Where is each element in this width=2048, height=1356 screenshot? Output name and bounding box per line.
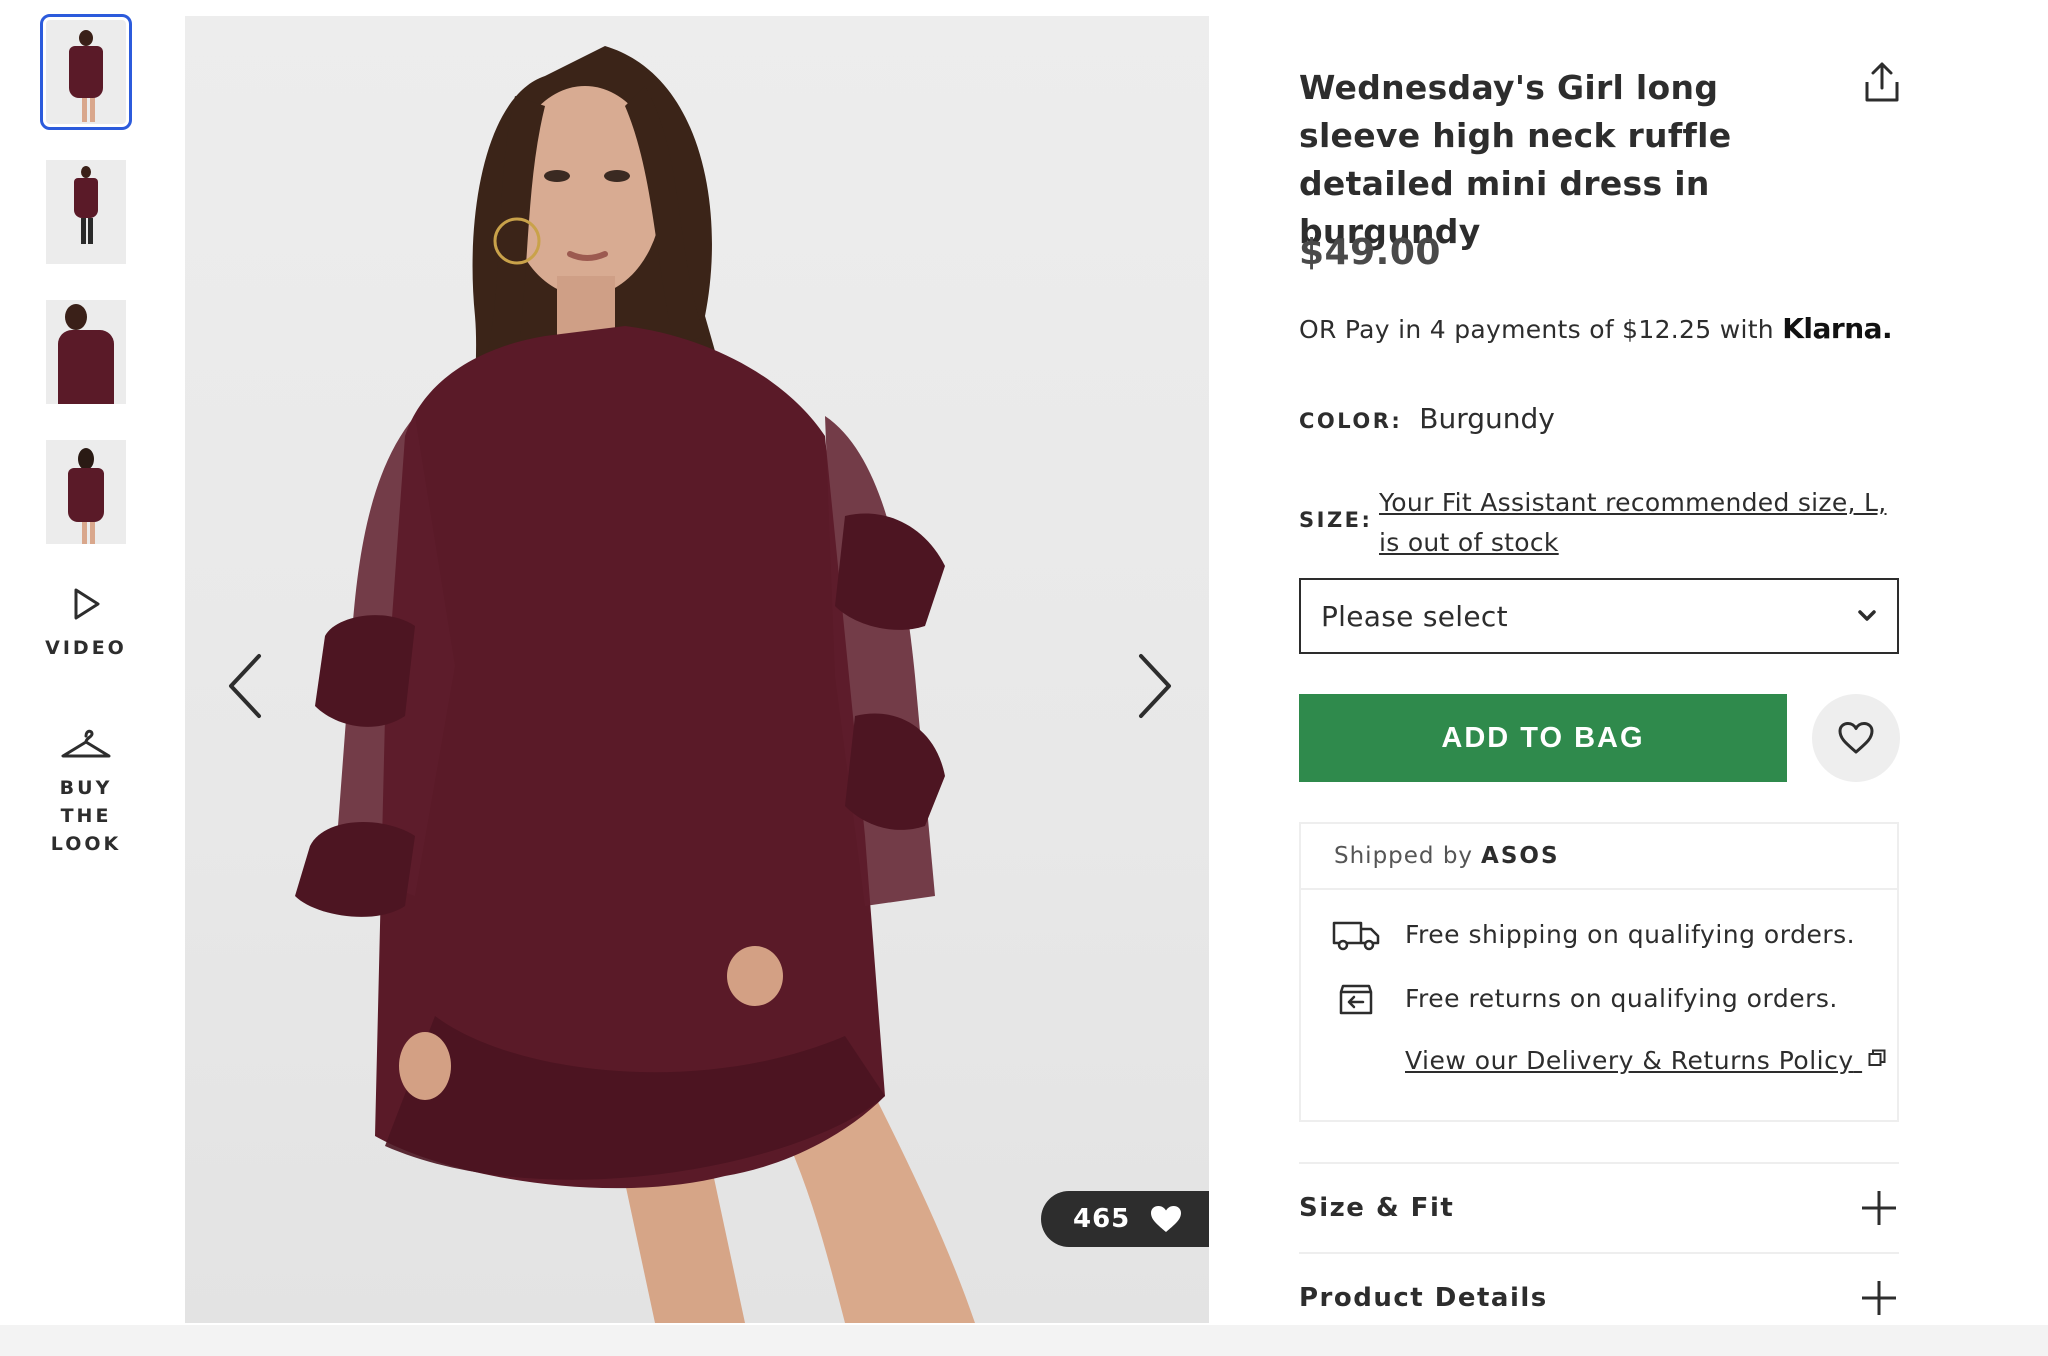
- returns-box-icon: [1339, 984, 1373, 1015]
- delivery-returns-policy-link[interactable]: View our Delivery & Returns Policy: [1405, 1046, 1886, 1075]
- play-icon: [74, 588, 100, 620]
- page-bottom-strip: [0, 1325, 2048, 1356]
- previous-image-arrow[interactable]: [215, 646, 275, 726]
- klarna-installments: OR Pay in 4 payments of $12.25 with Klar…: [1299, 312, 1893, 345]
- heart-outline-icon: [1838, 722, 1874, 754]
- save-for-later-button[interactable]: [1812, 694, 1900, 782]
- thumbnail-full-length[interactable]: [46, 160, 126, 264]
- shipped-by-brand: ASOS: [1481, 843, 1560, 869]
- thumbnail-back[interactable]: [46, 440, 126, 544]
- free-returns-text: Free returns on qualifying orders.: [1405, 984, 1838, 1013]
- heart-filled-icon: [1151, 1206, 1182, 1232]
- klarna-logo: Klarna.: [1782, 312, 1893, 345]
- thumbnail-image: [46, 300, 126, 404]
- video-label: VIDEO: [45, 637, 127, 659]
- thumbnail-image: [46, 20, 126, 124]
- external-window-icon: [1868, 1049, 1886, 1066]
- hanger-icon: [61, 729, 111, 758]
- accordion-label: Size & Fit: [1299, 1193, 1455, 1223]
- klarna-text: OR Pay in 4 payments of $12.25 with: [1299, 315, 1774, 344]
- color-row: COLOR: Burgundy: [1299, 402, 1555, 435]
- share-icon[interactable]: [1862, 60, 1902, 104]
- likes-count: 465: [1073, 1204, 1131, 1234]
- product-title: Wednesday's Girl long sleeve high neck r…: [1299, 68, 1732, 251]
- shipped-by-label: Shipped by: [1334, 843, 1474, 869]
- accordion-size-fit[interactable]: Size & Fit: [1299, 1162, 1899, 1252]
- accordion-label: Product Details: [1299, 1283, 1548, 1313]
- color-value: Burgundy: [1419, 402, 1555, 435]
- model-photo: [295, 46, 975, 1323]
- size-label: SIZE:: [1299, 508, 1373, 532]
- policy-link-text: View our Delivery & Returns Policy: [1405, 1046, 1854, 1075]
- thumbnail-side[interactable]: [46, 300, 126, 404]
- buy-the-look-label: BUY THE LOOK: [50, 777, 122, 855]
- video-button[interactable]: VIDEO: [36, 586, 136, 662]
- thumbnail-image: [46, 440, 126, 544]
- plus-icon: [1862, 1191, 1896, 1225]
- color-label: COLOR:: [1299, 409, 1403, 433]
- free-shipping-text: Free shipping on qualifying orders.: [1405, 920, 1856, 949]
- plus-icon: [1862, 1281, 1896, 1315]
- main-product-image[interactable]: 465: [185, 16, 1209, 1323]
- product-price: $49.00: [1299, 232, 1441, 273]
- likes-badge[interactable]: 465: [1041, 1191, 1209, 1247]
- thumbnail-image: [46, 160, 126, 264]
- fit-assistant-link[interactable]: Your Fit Assistant recommended size, L, …: [1379, 483, 1899, 563]
- shipped-by: Shipped by ASOS: [1301, 824, 1897, 890]
- add-to-bag-button[interactable]: ADD TO BAG: [1299, 694, 1787, 782]
- thumbnail-front[interactable]: [40, 14, 132, 130]
- size-select-value: Please select: [1321, 599, 1508, 633]
- delivery-truck-icon: [1332, 921, 1380, 951]
- shipping-info-box: Shipped by ASOS Free shipping on qualify…: [1299, 822, 1899, 1122]
- buy-the-look-button[interactable]: BUY THE LOOK: [36, 726, 136, 858]
- next-image-arrow[interactable]: [1125, 646, 1185, 726]
- chevron-down-icon: [1858, 610, 1876, 621]
- size-select[interactable]: Please select: [1299, 578, 1899, 654]
